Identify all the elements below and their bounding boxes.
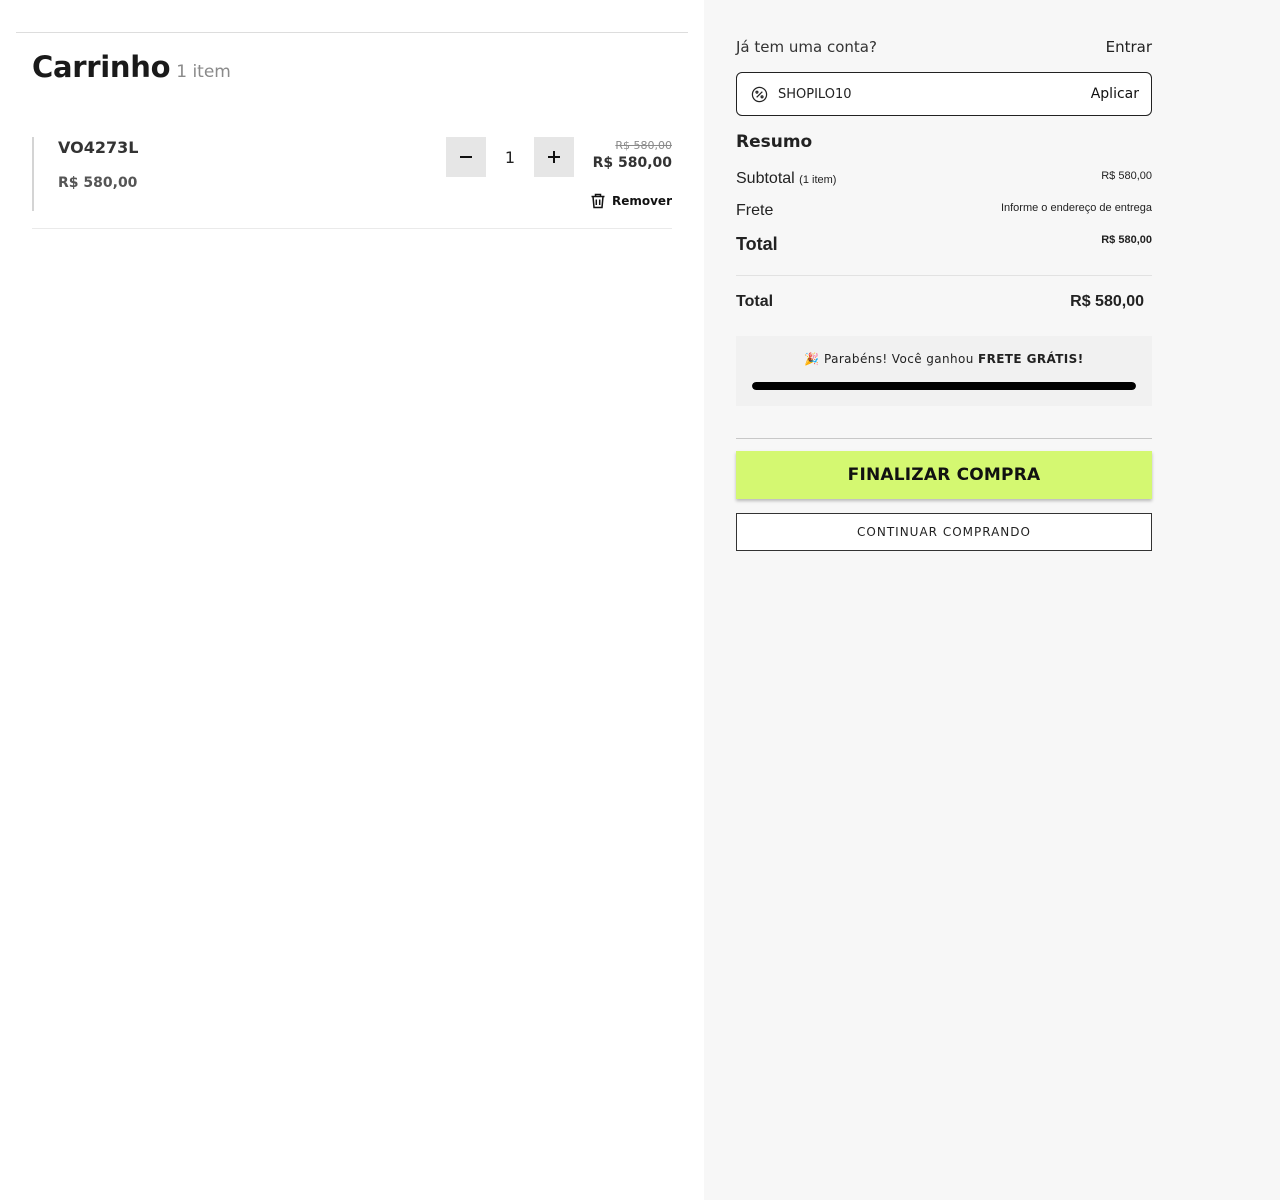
- coupon-input[interactable]: [778, 86, 1091, 102]
- item-accent-bar: [32, 137, 34, 211]
- free-shipping-banner: 🎉 Parabéns! Você ganhou FRETE GRÁTIS!: [736, 336, 1152, 406]
- free-shipping-progress: [752, 382, 1136, 390]
- summary-total-value: R$ 580,00: [1101, 234, 1152, 246]
- cart-panel: Carrinho 1 item VO4273L R$ 580,00 1 R$ 5…: [0, 0, 704, 1200]
- grand-total-value: R$ 580,00: [1070, 293, 1144, 310]
- actions-divider: [736, 438, 1152, 439]
- top-divider: [16, 32, 688, 33]
- shipping-row: Frete Informe o endereço de entrega: [736, 202, 1152, 220]
- free-shipping-text: Parabéns! Você ganhou: [823, 352, 974, 366]
- grand-total-row: Total R$ 580,00: [736, 293, 1144, 311]
- grand-total-label: Total: [736, 293, 774, 310]
- page-title: Carrinho: [32, 50, 171, 84]
- item-price-block: R$ 580,00 R$ 580,00: [593, 139, 672, 173]
- apply-coupon-button[interactable]: Aplicar: [1091, 86, 1139, 102]
- summary-total-row: Total R$ 580,00: [736, 234, 1152, 255]
- summary-title: Resumo: [736, 132, 813, 152]
- subtotal-label-text: Subtotal: [736, 170, 795, 187]
- subtotal-value: R$ 580,00: [1101, 170, 1152, 182]
- item-price: R$ 580,00: [592, 155, 672, 171]
- quantity-value[interactable]: 1: [486, 148, 534, 167]
- party-icon: 🎉: [804, 352, 820, 366]
- cart-item: VO4273L R$ 580,00 1 R$ 580,00 R$ 580,00: [32, 137, 672, 229]
- free-shipping-highlight: FRETE GRÁTIS!: [977, 352, 1084, 366]
- continue-shopping-button[interactable]: CONTINUAR COMPRANDO: [736, 513, 1152, 551]
- summary-divider: [736, 275, 1152, 276]
- item-name[interactable]: VO4273L: [58, 138, 138, 157]
- remove-label: Remover: [611, 194, 672, 208]
- login-link[interactable]: Entrar: [1106, 38, 1152, 56]
- account-row: Já tem uma conta? Entrar: [736, 38, 1152, 56]
- subtotal-label: Subtotal (1 item): [736, 170, 836, 188]
- plus-icon: [548, 151, 560, 163]
- increase-quantity-button[interactable]: [534, 137, 574, 177]
- item-old-price: R$ 580,00: [615, 139, 672, 152]
- account-question: Já tem uma conta?: [736, 38, 877, 56]
- remove-item-button[interactable]: Remover: [589, 192, 672, 210]
- cart-heading: Carrinho 1 item: [32, 50, 231, 84]
- minus-icon: [460, 156, 472, 158]
- summary-panel: Já tem uma conta? Entrar Aplicar Resumo …: [704, 0, 1280, 1200]
- discount-percent-icon: [751, 86, 768, 102]
- free-shipping-message: 🎉 Parabéns! Você ganhou FRETE GRÁTIS!: [736, 352, 1152, 366]
- quantity-stepper: 1: [446, 137, 574, 177]
- shipping-label: Frete: [736, 202, 774, 219]
- free-shipping-progress-fill: [752, 382, 1136, 390]
- subtotal-row: Subtotal (1 item) R$ 580,00: [736, 170, 1152, 188]
- checkout-button[interactable]: FINALIZAR COMPRA: [736, 451, 1152, 499]
- cart-item-count: 1 item: [176, 62, 231, 82]
- decrease-quantity-button[interactable]: [446, 137, 486, 177]
- item-unit-price: R$ 580,00: [58, 175, 138, 191]
- trash-icon: [591, 193, 605, 209]
- shipping-value: Informe o endereço de entrega: [1000, 202, 1152, 214]
- coupon-field: Aplicar: [736, 72, 1152, 116]
- subtotal-count: (1 item): [799, 174, 837, 186]
- summary-total-label: Total: [736, 234, 778, 254]
